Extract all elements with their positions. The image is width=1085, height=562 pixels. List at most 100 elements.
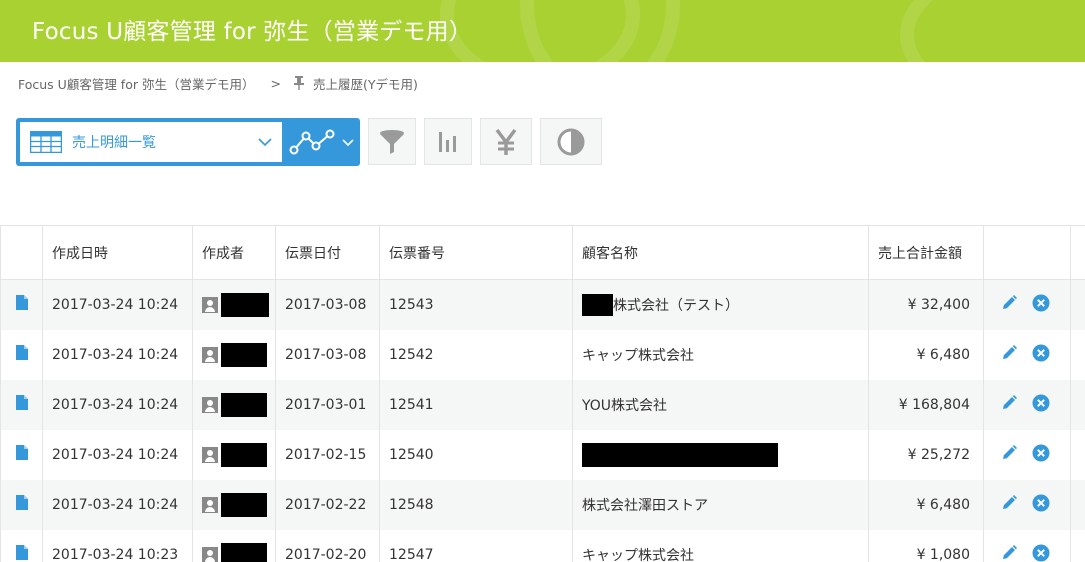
table-icon [30,131,62,153]
actions-cell [983,379,1071,430]
customer-cell: 株式会社（テスト） [572,279,869,330]
close-circle-icon[interactable] [1032,294,1050,316]
header-decoration [520,0,680,62]
record-detail-link[interactable] [0,329,43,380]
created-at-cell: 2017-03-24 10:23 [42,529,193,562]
table-row[interactable]: 2017-03-24 10:24 2017-03-08 12543 株式会社（テスト）… [0,279,1085,330]
app-title: Focus U顧客管理 for 弥生（営業デモ用） [32,19,473,45]
redacted-block [582,442,778,467]
amount-cell: ¥ 1,080 [868,529,984,562]
user-icon [202,496,218,513]
column-header[interactable]: 作成日時 [42,225,193,280]
slip-number-cell: 12543 [379,279,573,330]
actions-cell [983,279,1071,330]
record-detail-link[interactable] [0,279,43,330]
table-row[interactable]: 2017-03-24 10:24 2017-03-08 12542 キャップ株式会社 ¥… [0,329,1085,380]
redacted-block [221,292,269,317]
close-circle-icon[interactable] [1032,394,1050,416]
pencil-icon[interactable] [1000,544,1018,562]
redacted-block [221,392,267,417]
header-edge [1070,225,1085,280]
slip-number-cell: 12541 [379,379,573,430]
record-detail-link[interactable] [0,429,43,480]
table-header-row: 作成日時 作成者 伝票日付 伝票番号 顧客名称 売上合計金額 [0,225,1085,280]
user-icon [202,546,218,562]
pencil-icon[interactable] [1000,344,1018,366]
redacted-block [221,542,267,562]
view-dropdown[interactable]: 売上明細一覧 [20,122,282,162]
user-icon [202,346,218,363]
header-actions [983,225,1071,280]
customer-cell: キャップ株式会社 [572,529,869,562]
yen-icon [495,128,517,155]
created-at-cell: 2017-03-24 10:24 [42,329,193,380]
close-circle-icon[interactable] [1032,444,1050,466]
amount-cell: ¥ 6,480 [868,479,984,530]
slip-number-cell: 12542 [379,329,573,380]
funnel-icon [380,129,404,154]
creator-cell [192,479,276,530]
slip-date-cell: 2017-03-01 [275,379,380,430]
user-icon [202,396,218,413]
redacted-block [221,342,267,367]
document-icon [15,495,28,514]
graph-dropdown-button[interactable] [286,122,356,162]
contrast-button[interactable] [540,118,602,165]
column-header[interactable]: 売上合計金額 [868,225,984,280]
yen-button[interactable] [480,118,532,165]
table-row[interactable]: 2017-03-24 10:24 2017-03-01 12541 YOU株式会社 ¥ … [0,379,1085,430]
records-table: 作成日時 作成者 伝票日付 伝票番号 顧客名称 売上合計金額 2017-03-2… [0,225,1085,562]
row-edge [1070,279,1085,330]
actions-cell [983,479,1071,530]
document-icon [15,445,28,464]
table-row[interactable]: 2017-03-24 10:24 2017-02-15 12540 ¥ 25,272 [0,429,1085,480]
customer-cell [572,429,869,480]
redacted-block [582,293,613,316]
record-detail-link[interactable] [0,529,43,562]
customer-cell: キャップ株式会社 [572,329,869,380]
breadcrumb-app-link[interactable]: Focus U顧客管理 for 弥生（営業デモ用） [18,74,254,93]
pencil-icon[interactable] [1000,444,1018,466]
creator-cell [192,429,276,480]
close-circle-icon[interactable] [1032,494,1050,516]
row-edge [1070,479,1085,530]
header-decoration [900,0,1085,62]
breadcrumb: Focus U顧客管理 for 弥生（営業デモ用） > 売上履歴(Yデモ用) [18,74,418,92]
document-icon [15,545,28,562]
slip-number-cell: 12548 [379,479,573,530]
filter-button[interactable] [368,118,416,165]
slip-date-cell: 2017-02-22 [275,479,380,530]
half-circle-icon [557,128,585,155]
creator-cell [192,379,276,430]
amount-cell: ¥ 6,480 [868,329,984,380]
pencil-icon[interactable] [1000,394,1018,416]
column-header[interactable]: 伝票日付 [275,225,380,280]
document-icon [15,395,28,414]
column-header[interactable]: 顧客名称 [572,225,869,280]
view-label: 売上明細一覧 [72,135,156,151]
column-header[interactable]: 作成者 [192,225,276,280]
record-detail-link[interactable] [0,479,43,530]
slip-date-cell: 2017-03-08 [275,279,380,330]
actions-cell [983,429,1071,480]
pin-icon [293,76,305,90]
record-detail-link[interactable] [0,379,43,430]
created-at-cell: 2017-03-24 10:24 [42,279,193,330]
created-at-cell: 2017-03-24 10:24 [42,479,193,530]
pencil-icon[interactable] [1000,294,1018,316]
customer-name: 株式会社（テスト） [613,297,739,314]
pencil-icon[interactable] [1000,494,1018,516]
close-circle-icon[interactable] [1032,544,1050,562]
created-at-cell: 2017-03-24 10:24 [42,429,193,480]
customer-cell: YOU株式会社 [572,379,869,430]
slip-date-cell: 2017-02-15 [275,429,380,480]
close-circle-icon[interactable] [1032,344,1050,366]
amount-cell: ¥ 32,400 [868,279,984,330]
redacted-block [221,492,267,517]
table-row[interactable]: 2017-03-24 10:23 2017-02-20 12547 キャップ株式会社 ¥… [0,529,1085,562]
column-header[interactable]: 伝票番号 [379,225,573,280]
summary-button[interactable] [424,118,472,165]
table-row[interactable]: 2017-03-24 10:24 2017-02-22 12548 株式会社澤田ストア… [0,479,1085,530]
customer-name: 株式会社澤田ストア [582,497,708,514]
header-blank [0,225,43,280]
